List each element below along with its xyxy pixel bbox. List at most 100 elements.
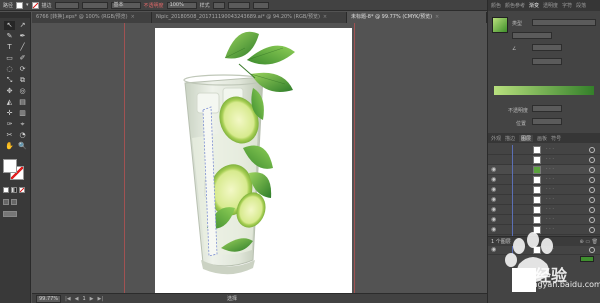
style-dropdown[interactable] <box>212 1 225 9</box>
dropdown-arrow-icon[interactable]: ▾ <box>26 2 29 8</box>
draw-normal-button[interactable] <box>3 199 9 205</box>
tool-13-icon[interactable]: ◎ <box>17 87 28 96</box>
gradient-position-field[interactable] <box>532 118 562 125</box>
tool-20-icon[interactable]: ✂ <box>4 131 15 140</box>
visibility-eye-icon[interactable]: ◉ <box>491 226 496 233</box>
gradient-opacity-field[interactable] <box>532 105 562 112</box>
tool-12-icon[interactable]: ✥ <box>4 87 15 96</box>
layers-tab[interactable]: 画板 <box>537 135 547 142</box>
tool-17-icon[interactable]: ▥ <box>17 109 28 118</box>
layer-row[interactable]: ◉ · · · <box>488 185 600 195</box>
tool-22-icon[interactable]: ✋ <box>4 142 15 151</box>
tab-doc-2[interactable]: Nipic_20180508_201711190043243689.ai* @ … <box>152 12 347 23</box>
tab-doc-1[interactable]: 6766 [转换].eps* @ 100% (RGB/预览) × <box>32 12 152 23</box>
fill-color-swatch[interactable] <box>3 159 17 173</box>
close-icon[interactable]: × <box>323 14 327 20</box>
fill-swatch[interactable] <box>16 1 24 9</box>
layer-row[interactable]: · · · <box>488 145 600 155</box>
tool-8-icon[interactable]: ◌ <box>4 65 15 74</box>
target-circle-icon[interactable] <box>589 147 595 153</box>
layers-tab[interactable]: 符号 <box>551 135 561 142</box>
layers-tab[interactable]: 描边 <box>505 135 515 142</box>
prefs-button[interactable] <box>252 1 269 9</box>
layer-row[interactable]: ◉ · · · <box>488 225 600 235</box>
tool-23-icon[interactable]: 🔍 <box>17 142 28 151</box>
target-circle-icon[interactable] <box>589 167 595 173</box>
tool-4-icon[interactable]: T <box>4 43 15 52</box>
artboard[interactable] <box>155 28 352 293</box>
tool-5-icon[interactable]: ╱ <box>17 43 28 52</box>
tab-doc-3[interactable]: 未标题-8* @ 99.77% (CMYK/预览) × <box>347 12 487 23</box>
gradient-angle-field[interactable] <box>532 44 562 51</box>
opacity-field[interactable]: 100% <box>166 1 197 9</box>
doc-setup-button[interactable] <box>227 1 250 9</box>
tool-9-icon[interactable]: ⟳ <box>17 65 28 74</box>
layer-row[interactable]: ◉ · · · <box>488 205 600 215</box>
close-icon[interactable]: × <box>131 14 135 20</box>
stroke-profile-dropdown[interactable] <box>81 1 108 9</box>
layer-footer-icons[interactable]: ⊕ ▭ 🗑 <box>580 237 598 247</box>
tool-18-icon[interactable]: ✑ <box>4 120 15 129</box>
target-circle-icon[interactable] <box>589 217 595 223</box>
screen-mode-button[interactable] <box>3 211 17 217</box>
tool-21-icon[interactable]: ◔ <box>17 131 28 140</box>
panel-tab[interactable]: 字符 <box>562 2 572 9</box>
panel-tab[interactable]: 颜色 <box>491 2 501 9</box>
color-button[interactable] <box>3 187 9 193</box>
close-icon[interactable]: × <box>435 14 439 20</box>
panel-tab[interactable]: 段落 <box>576 2 586 9</box>
tool-1-icon[interactable]: ↗ <box>17 21 28 30</box>
draw-behind-button[interactable] <box>11 199 17 205</box>
visibility-eye-icon[interactable]: ◉ <box>491 166 496 173</box>
target-circle-icon[interactable] <box>589 227 595 233</box>
visibility-eye-icon[interactable]: ◉ <box>491 206 496 213</box>
layers-tab[interactable]: 外观 <box>491 135 501 142</box>
tool-11-icon[interactable]: ⧉ <box>17 76 28 85</box>
layer-row[interactable]: · · · <box>488 155 600 165</box>
panel-tab[interactable]: 透明度 <box>543 2 558 9</box>
brush-dropdown[interactable]: 基本 <box>110 1 141 9</box>
tool-6-icon[interactable]: ▭ <box>4 54 15 63</box>
panel-tab[interactable]: 颜色参考 <box>505 2 525 9</box>
tool-10-icon[interactable]: ⤡ <box>4 76 15 85</box>
layer-row[interactable]: ◉ · · · <box>488 195 600 205</box>
canvas-area[interactable] <box>32 23 487 293</box>
target-circle-icon[interactable] <box>589 157 595 163</box>
stroke-weight-field[interactable] <box>54 1 79 9</box>
tool-2-icon[interactable]: ✎ <box>4 32 15 41</box>
tool-16-icon[interactable]: ✛ <box>4 109 15 118</box>
panel-tab[interactable]: 渐变 <box>529 2 539 9</box>
gradient-type-dropdown[interactable] <box>532 19 596 26</box>
layer-row[interactable]: ◉ · · · <box>488 165 600 175</box>
first-artboard-button[interactable]: |◀ <box>65 296 71 302</box>
gradient-stroke-options[interactable] <box>512 32 552 39</box>
visibility-eye-icon[interactable]: ◉ <box>491 176 496 183</box>
tool-3-icon[interactable]: ✒ <box>17 32 28 41</box>
layer-row[interactable]: ◉ · · · <box>488 175 600 185</box>
tool-7-icon[interactable]: ✐ <box>17 54 28 63</box>
tool-15-icon[interactable]: ▤ <box>17 98 28 107</box>
zoom-field[interactable]: 99.77% <box>36 294 62 303</box>
target-circle-icon[interactable] <box>589 177 595 183</box>
gradient-slider-bar[interactable] <box>494 86 594 95</box>
visibility-eye-icon[interactable]: ◉ <box>491 216 496 223</box>
layers-tab[interactable]: 图层 <box>519 134 534 142</box>
tool-19-icon[interactable]: ⌖ <box>17 120 28 129</box>
artboard-number-field[interactable]: 1 <box>82 296 85 302</box>
visibility-eye-icon[interactable]: ◉ <box>491 246 496 253</box>
prev-artboard-button[interactable]: ◀ <box>75 296 79 302</box>
target-circle-icon[interactable] <box>589 207 595 213</box>
gradient-swatch-preview[interactable] <box>492 17 508 33</box>
target-circle-icon[interactable] <box>589 187 595 193</box>
stroke-swatch[interactable] <box>31 1 39 9</box>
visibility-eye-icon[interactable]: ◉ <box>491 196 496 203</box>
visibility-eye-icon[interactable]: ◉ <box>491 186 496 193</box>
none-button[interactable] <box>19 187 25 193</box>
layer-row[interactable]: ◉ · · · <box>488 215 600 225</box>
last-artboard-button[interactable]: ▶| <box>98 296 104 302</box>
target-circle-icon[interactable] <box>589 197 595 203</box>
tool-0-icon[interactable]: ↖ <box>4 21 15 30</box>
next-artboard-button[interactable]: ▶ <box>90 296 94 302</box>
gradient-button[interactable] <box>11 187 17 193</box>
gradient-aspect-field[interactable] <box>532 58 562 65</box>
